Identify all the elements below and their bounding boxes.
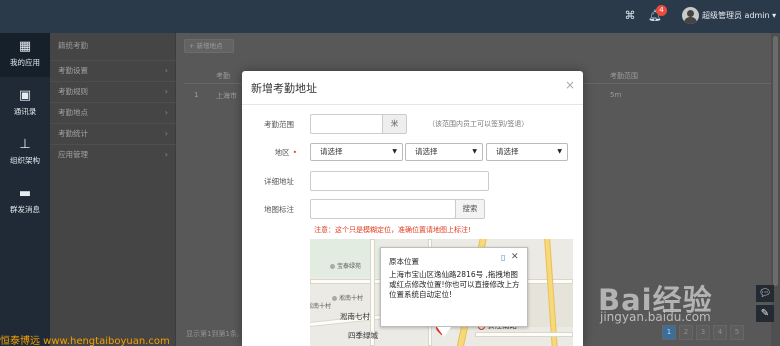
sub-item-label: 应用管理 <box>58 150 88 159</box>
city-select[interactable]: 请选择 ▼ <box>405 143 483 161</box>
search-button[interactable]: 搜索 <box>455 199 485 219</box>
area-label-text: 地区 <box>274 148 290 157</box>
map-place-label: 淞南十村 <box>310 303 332 310</box>
range-label: 考勤范围 <box>264 120 294 129</box>
sub-item-statistics[interactable]: 考勤统计 › <box>50 123 176 144</box>
area-label: 地区 • <box>237 147 297 158</box>
sub-item-locations[interactable]: 考勤地点 › <box>50 102 176 123</box>
select-value: 请选择 <box>320 147 343 156</box>
table-cell: 上海市 <box>216 92 237 100</box>
page-button[interactable]: 3 <box>696 325 710 340</box>
range-unit: 米 <box>382 114 407 134</box>
column-header: 考勤 <box>216 72 230 80</box>
detail-address-input[interactable] <box>310 171 489 191</box>
user-menu[interactable]: 超级管理员 admin ▾ <box>702 10 776 21</box>
nav-item-broadcast[interactable]: ▬ 群发消息 <box>0 180 50 224</box>
add-attendance-address-dialog: 新增考勤地址 × 考勤范围 米 （该范围内员工可以签到/签退） 地区 • 请选择 ▼… <box>242 71 583 346</box>
map-place-name: 淞南十村 <box>339 295 364 302</box>
chevron-right-icon: › <box>164 87 168 96</box>
select-value: 请选择 <box>415 147 438 156</box>
nav-label: 群发消息 <box>10 205 40 214</box>
baidu-watermark-url: jingyan.baidu.com <box>600 310 711 324</box>
close-icon[interactable]: ✕ <box>511 252 519 262</box>
map-road <box>475 332 573 337</box>
caret-down-icon: ▼ <box>392 148 397 155</box>
site-watermark: 恒泰博远 www.hengtaiboyuan.com <box>0 336 170 346</box>
nav-label: 我的应用 <box>10 58 40 67</box>
page-button[interactable]: 2 <box>679 325 693 340</box>
notification-badge: 4 <box>656 5 667 16</box>
message-icon: ▬ <box>18 186 32 201</box>
range-input[interactable] <box>310 114 383 134</box>
sub-item-settings[interactable]: 考勤设置 › <box>50 60 176 81</box>
dialog-title: 新增考勤地址 <box>251 82 317 95</box>
map-place-label: 淞南十村 <box>332 293 363 302</box>
sub-item-label: 考勤设置 <box>58 66 88 75</box>
column-header: 考勤范围 <box>610 72 638 80</box>
map-place-label: 淞南七村 <box>340 312 370 321</box>
user-avatar[interactable] <box>682 7 699 24</box>
org-chart-icon: ⊥ <box>19 137 31 152</box>
province-select[interactable]: 请选择 ▼ <box>310 143 403 161</box>
caret-down-icon: ▼ <box>557 148 562 155</box>
edit-icon[interactable]: ✎ <box>756 305 774 322</box>
qrcode-icon[interactable]: ⌘ <box>622 8 638 24</box>
scrollbar-thumb[interactable] <box>773 36 778 286</box>
page-button[interactable]: 4 <box>713 325 727 340</box>
table-cell: 1 <box>194 91 199 99</box>
nav-item-contacts[interactable]: ▣ 通讯录 <box>0 82 50 126</box>
contacts-icon: ▣ <box>18 88 32 103</box>
grid-icon: ▦ <box>18 39 32 54</box>
sub-sidebar-title: 籍统考勤 <box>58 41 88 50</box>
chevron-right-icon: › <box>164 66 168 75</box>
sub-item-label: 考勤地点 <box>58 108 88 117</box>
map-place-label: 宝泰绿苑 <box>330 261 361 270</box>
user-name: 超级管理员 admin <box>702 11 770 20</box>
poi-dot-icon <box>330 264 335 269</box>
nav-label: 通讯录 <box>13 107 37 116</box>
close-icon[interactable]: × <box>565 78 575 92</box>
map-place-name: 宝泰绿苑 <box>337 263 362 270</box>
left-nav: ▦ 我的应用 ▣ 通讯录 ⊥ 组织架构 ▬ 群发消息 <box>0 33 50 346</box>
district-select[interactable]: 请选择 ▼ <box>486 143 568 161</box>
sub-item-label: 考勤统计 <box>58 129 88 138</box>
sub-sidebar: 籍统考勤 考勤设置 › 考勤规则 › 考勤地点 › 考勤统计 › 应用管理 › <box>50 33 176 346</box>
sub-item-rules[interactable]: 考勤规则 › <box>50 81 176 102</box>
caret-down-icon: ▾ <box>772 11 777 20</box>
map-info-window: 原本位置 ▯ ✕ 上海市宝山区逸仙路2816号 ,拖拽地图或红点修改位置!你也可… <box>380 247 528 337</box>
page-button[interactable]: 1 <box>662 325 676 340</box>
nav-label: 组织架构 <box>10 156 40 165</box>
sub-item-app-management[interactable]: 应用管理 › <box>50 144 176 165</box>
chevron-right-icon: › <box>164 108 168 117</box>
warning-text: 注意：这个只是模糊定位，准确位置请地图上标注! <box>314 226 471 234</box>
nav-item-org-structure[interactable]: ⊥ 组织架构 <box>0 131 50 175</box>
phone-icon[interactable]: ▯ <box>501 253 505 262</box>
chat-icon[interactable]: 💬︎ <box>756 285 774 302</box>
nav-item-my-apps[interactable]: ▦ 我的应用 <box>0 33 50 77</box>
map-place-label: 四季绿城 <box>348 331 378 340</box>
add-location-button[interactable]: + 新增地点 <box>184 39 234 53</box>
table-cell: 5m <box>610 91 622 99</box>
caret-down-icon: ▼ <box>472 148 477 155</box>
map-search-input[interactable] <box>310 199 456 219</box>
map-marker-label: 地图标注 <box>264 205 294 214</box>
chevron-right-icon: › <box>164 150 168 159</box>
chevron-right-icon: › <box>164 129 168 138</box>
info-window-body: 上海市宝山区逸仙路2816号 ,拖拽地图或红点修改位置!你也可以直接修改上方位置… <box>389 270 520 299</box>
poi-dot-icon <box>332 296 337 301</box>
divider <box>242 104 583 105</box>
info-window-title: 原本位置 <box>389 257 419 266</box>
page-button[interactable]: 5 <box>730 325 744 340</box>
range-hint: （该范围内员工可以签到/签退） <box>428 120 529 128</box>
detail-address-label: 详细地址 <box>264 177 294 186</box>
select-value: 请选择 <box>496 147 519 156</box>
sub-item-label: 考勤规则 <box>58 87 88 96</box>
required-marker: • <box>292 148 297 157</box>
